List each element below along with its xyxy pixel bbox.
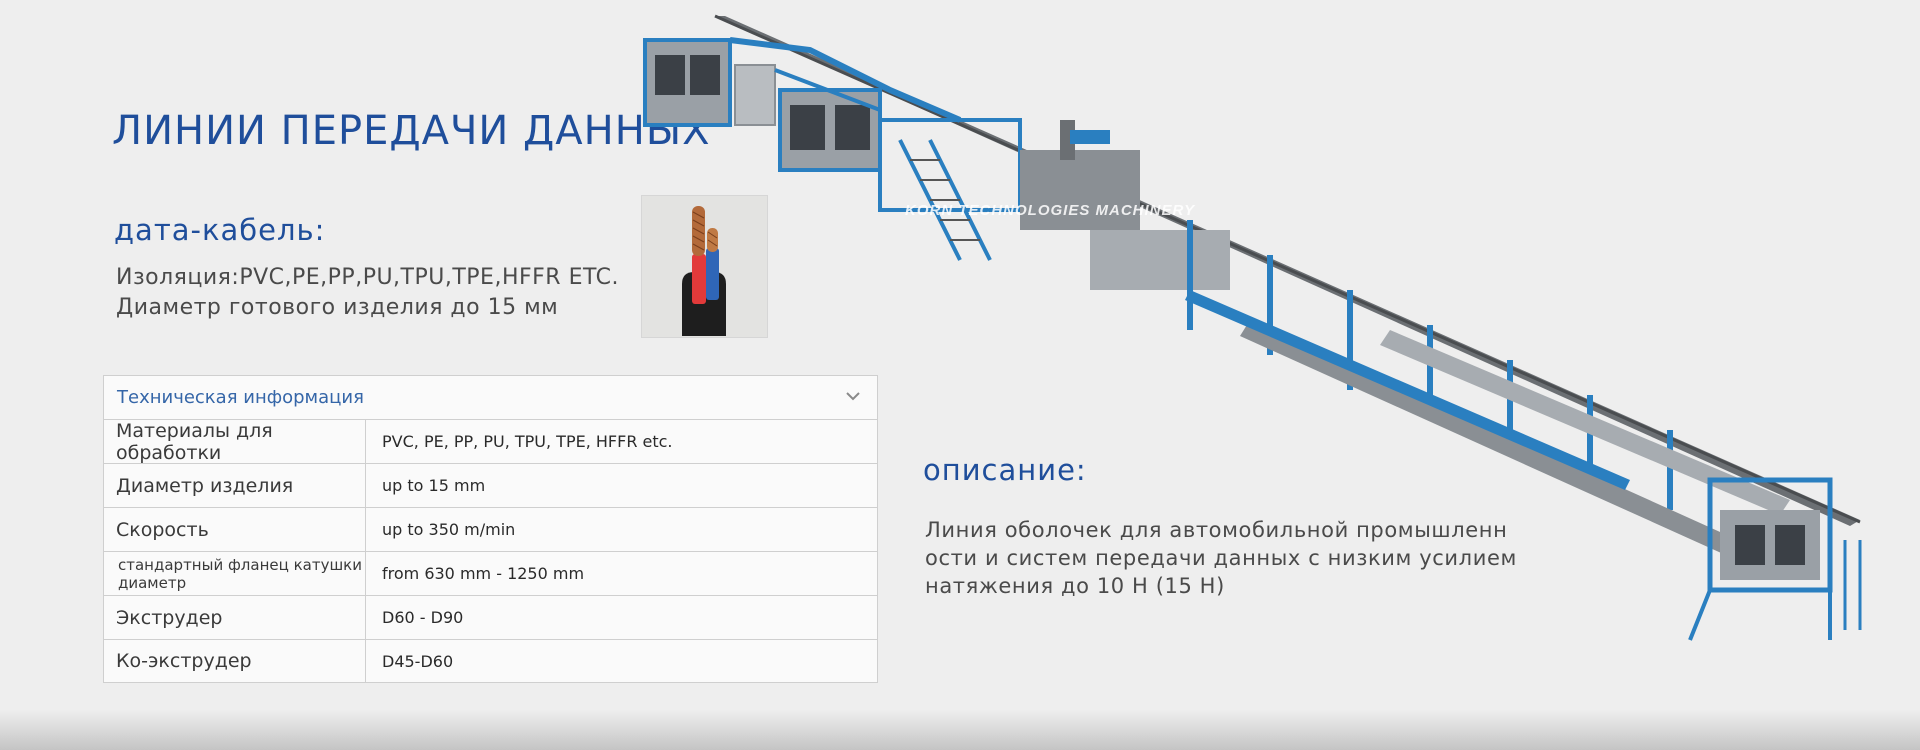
row-key: стандартный фланец катушки диаметр	[104, 552, 366, 595]
tech-info-table: Техническая информация Материалы для обр…	[103, 375, 878, 683]
row-value: up to 15 mm	[382, 476, 486, 495]
row-key: Скорость	[104, 508, 366, 551]
table-row: Ко-экструдер D45-D60	[104, 640, 877, 682]
table-row: Материалы для обработки PVC, PE, PP, PU,…	[104, 420, 877, 464]
insulation-spec: Изоляция:PVC,PE,PP,PU,TPU,TPE,HFFR ETC.	[116, 265, 619, 290]
table-row: Экструдер D60 - D90	[104, 596, 877, 640]
tech-info-toggle[interactable]: Техническая информация	[104, 376, 877, 420]
row-value: PVC, PE, PP, PU, TPU, TPE, HFFR etc.	[382, 432, 673, 451]
row-value: up to 350 m/min	[382, 520, 516, 539]
product-subtitle: дата-кабель:	[114, 213, 326, 247]
description-line: ости и систем передачи данных с низким у…	[925, 546, 1517, 570]
table-row: стандартный фланец катушки диаметр from …	[104, 552, 877, 596]
row-key: Экструдер	[104, 596, 366, 639]
row-key: Диаметр изделия	[104, 464, 366, 507]
tech-info-title: Техническая информация	[117, 387, 364, 408]
description-text: Линия оболочек для автомобильной промышл…	[925, 516, 1525, 600]
row-key: Ко-экструдер	[104, 640, 366, 682]
row-value: D45-D60	[382, 651, 454, 671]
chevron-down-icon	[843, 386, 863, 406]
bottom-shade	[0, 710, 1920, 750]
description-line: Линия оболочек для автомобильной промышл…	[925, 518, 1508, 542]
brand-watermark: KORN TECHNOLOGIES MACHINERY	[905, 202, 1196, 219]
description-title: описание:	[923, 453, 1087, 487]
page-title: ЛИНИИ ПЕРЕДАЧИ ДАННЫХ	[112, 108, 711, 154]
table-row: Скорость up to 350 m/min	[104, 508, 877, 552]
row-key: Материалы для обработки	[104, 420, 366, 464]
table-row: Диаметр изделия up to 15 mm	[104, 464, 877, 508]
diameter-spec: Диаметр готового изделия до 15 мм	[116, 295, 559, 320]
row-value: D60 - D90	[382, 608, 464, 627]
description-line: натяжения до 10 Н (15 Н)	[925, 574, 1225, 598]
row-value: from 630 mm - 1250 mm	[382, 564, 585, 583]
